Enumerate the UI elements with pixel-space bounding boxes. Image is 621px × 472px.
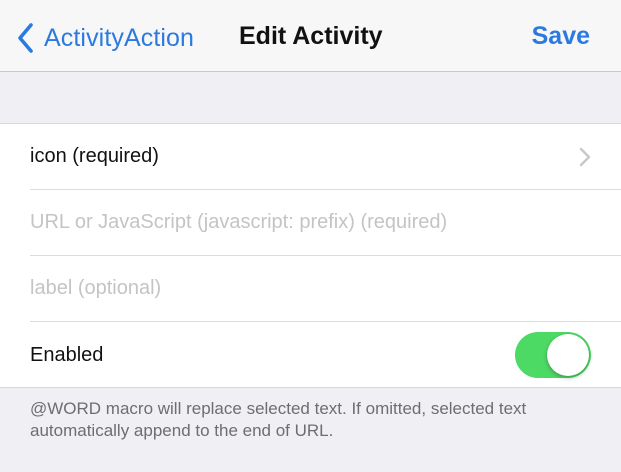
label-row xyxy=(30,256,621,322)
label-field[interactable] xyxy=(30,277,590,300)
chevron-right-icon xyxy=(579,147,591,167)
footer-note: @WORD macro will replace selected text. … xyxy=(30,399,527,440)
back-button-label: ActivityAction xyxy=(44,23,195,52)
url-row xyxy=(30,190,621,256)
icon-row-label: icon (required) xyxy=(30,145,159,167)
chevron-left-icon xyxy=(18,23,33,53)
icon-row[interactable]: icon (required) xyxy=(30,124,621,190)
enabled-toggle[interactable] xyxy=(515,332,591,378)
enabled-row: Enabled xyxy=(30,322,621,388)
url-field[interactable] xyxy=(30,211,590,234)
toggle-knob xyxy=(547,334,589,376)
back-button[interactable]: ActivityAction xyxy=(16,20,194,56)
form-group: icon (required) Enabled xyxy=(0,123,621,388)
page-title: Edit Activity xyxy=(239,22,383,50)
save-button[interactable]: Save xyxy=(532,22,590,51)
enabled-label: Enabled xyxy=(30,343,104,366)
navigation-bar: ActivityAction Edit Activity Save xyxy=(0,0,621,72)
